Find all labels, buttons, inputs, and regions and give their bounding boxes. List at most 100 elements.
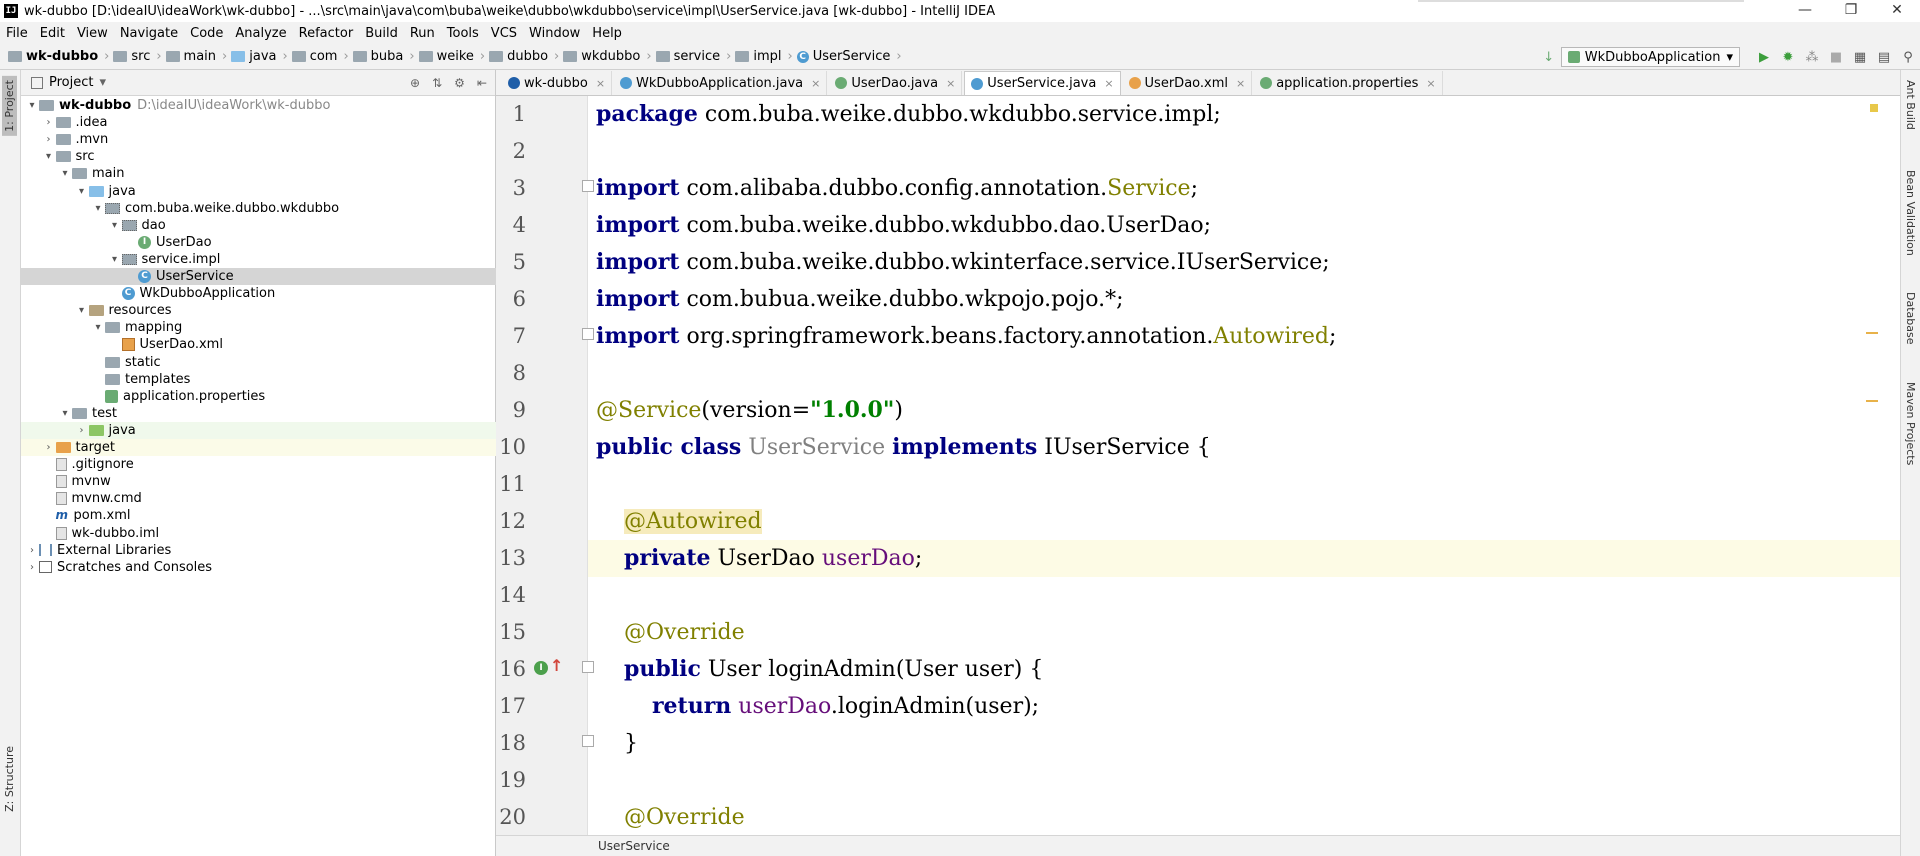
- collapse-arrow-icon[interactable]: ›: [25, 562, 39, 573]
- breadcrumb-item[interactable]: impl ›: [735, 49, 793, 64]
- inspection-status-icon[interactable]: [1870, 104, 1878, 112]
- implements-gutter-icon[interactable]: I: [534, 661, 548, 675]
- coverage-icon[interactable]: ⁂: [1800, 47, 1824, 67]
- fold-marker-icon[interactable]: [582, 180, 594, 192]
- minimize-button[interactable]: —: [1782, 0, 1828, 22]
- tree-item[interactable]: ▾ service.impl: [21, 251, 496, 268]
- editor-tab[interactable]: WkDubboApplication.java ×: [614, 71, 828, 95]
- expand-arrow-icon[interactable]: ▾: [91, 203, 105, 214]
- editor-tab[interactable]: wk-dubbo ×: [502, 71, 613, 95]
- tree-item[interactable]: UserDao.xml: [21, 336, 496, 353]
- breadcrumb-item[interactable]: java ›: [231, 49, 288, 64]
- maximize-button[interactable]: ❐: [1828, 0, 1874, 22]
- debug-icon[interactable]: ✹: [1776, 47, 1800, 67]
- expand-arrow-icon[interactable]: ▾: [58, 408, 72, 419]
- breadcrumb-item[interactable]: wk-dubbo ›: [8, 49, 109, 64]
- expand-arrow-icon[interactable]: ▾: [108, 254, 122, 265]
- tool-tab-ant-build[interactable]: Ant Build: [1904, 80, 1917, 130]
- close-tab-icon[interactable]: ×: [1426, 77, 1435, 90]
- tool-tab-bean-validation[interactable]: Bean Validation: [1904, 170, 1917, 256]
- close-button[interactable]: ✕: [1874, 0, 1920, 22]
- tree-item[interactable]: › .mvn: [21, 131, 496, 148]
- menu-analyze[interactable]: Analyze: [235, 26, 286, 41]
- collapse-arrow-icon[interactable]: ›: [42, 134, 56, 145]
- menu-build[interactable]: Build: [365, 26, 398, 41]
- tool-tab-project[interactable]: 1: Project: [2, 76, 17, 136]
- tree-item[interactable]: › External Libraries: [21, 542, 496, 559]
- breadcrumb-item[interactable]: wkdubbo ›: [563, 49, 652, 64]
- tree-item[interactable]: mvnw: [21, 473, 496, 490]
- tree-item[interactable]: .gitignore: [21, 456, 496, 473]
- sort-down-icon[interactable]: ↓: [1537, 47, 1561, 67]
- menu-refactor[interactable]: Refactor: [299, 26, 354, 41]
- gear-icon[interactable]: ⚙: [454, 76, 465, 90]
- override-arrow-icon[interactable]: ↑: [550, 657, 563, 675]
- close-tab-icon[interactable]: ×: [1236, 77, 1245, 90]
- breadcrumb-item[interactable]: src ›: [113, 49, 162, 64]
- menu-help[interactable]: Help: [592, 26, 622, 41]
- tree-item[interactable]: › Scratches and Consoles: [21, 559, 496, 576]
- fold-marker-icon[interactable]: [582, 328, 594, 340]
- menu-window[interactable]: Window: [529, 26, 580, 41]
- menu-navigate[interactable]: Navigate: [120, 26, 178, 41]
- code-area[interactable]: package com.buba.weike.dubbo.wkdubbo.ser…: [588, 96, 1900, 835]
- expand-arrow-icon[interactable]: ▾: [75, 305, 89, 316]
- editor-tab[interactable]: application.properties ×: [1254, 71, 1443, 95]
- tree-item[interactable]: m pom.xml: [21, 507, 496, 524]
- tree-item[interactable]: templates: [21, 371, 496, 388]
- menu-edit[interactable]: Edit: [40, 26, 65, 41]
- breadcrumb-item[interactable]: weike ›: [418, 49, 485, 64]
- editor-tab[interactable]: UserService.java ×: [964, 71, 1121, 95]
- editor-tab[interactable]: UserDao.xml ×: [1123, 71, 1253, 95]
- menu-view[interactable]: View: [77, 26, 108, 41]
- collapse-arrow-icon[interactable]: ›: [25, 545, 39, 556]
- tree-item[interactable]: C UserService: [21, 268, 496, 285]
- editor-breadcrumb[interactable]: UserService: [598, 839, 670, 853]
- run-configuration-select[interactable]: WkDubboApplication ▾: [1560, 47, 1740, 67]
- tree-item[interactable]: › java: [21, 421, 496, 439]
- stop-icon[interactable]: ■: [1824, 47, 1848, 67]
- breadcrumb-item[interactable]: buba ›: [352, 49, 415, 64]
- tool-tab-structure[interactable]: Z: Structure: [2, 742, 17, 816]
- search-icon[interactable]: ⚲: [1896, 47, 1920, 67]
- editor-tab[interactable]: UserDao.java ×: [829, 71, 963, 95]
- tool-tab-database[interactable]: Database: [1904, 292, 1917, 345]
- expand-arrow-icon[interactable]: ▾: [75, 186, 89, 197]
- hide-panel-icon[interactable]: ⇤: [477, 76, 487, 90]
- tree-item[interactable]: ▾ main: [21, 165, 496, 182]
- collapse-arrow-icon[interactable]: ›: [42, 442, 56, 453]
- tree-item[interactable]: wk-dubbo.iml: [21, 525, 496, 542]
- chevron-down-icon[interactable]: ▾: [99, 75, 106, 90]
- breadcrumb-item[interactable]: com ›: [291, 49, 349, 64]
- tree-item[interactable]: static: [21, 354, 496, 371]
- menu-file[interactable]: File: [6, 26, 28, 41]
- tree-item[interactable]: ▾ mapping: [21, 319, 496, 336]
- tree-item[interactable]: ▾ dao: [21, 217, 496, 234]
- breadcrumb-item[interactable]: C UserService ›: [796, 49, 902, 64]
- fold-marker-icon[interactable]: [582, 661, 594, 673]
- scroll-marker[interactable]: [1866, 332, 1878, 334]
- menu-tools[interactable]: Tools: [447, 26, 479, 41]
- tree-item[interactable]: ▾ test: [21, 405, 496, 422]
- breadcrumb-item[interactable]: dubbo ›: [489, 49, 559, 64]
- close-tab-icon[interactable]: ×: [811, 77, 820, 90]
- menu-run[interactable]: Run: [410, 26, 435, 41]
- layout-icon[interactable]: ▤: [1872, 47, 1896, 67]
- tree-item[interactable]: › .idea: [21, 114, 496, 131]
- tree-item[interactable]: I UserDao: [21, 234, 496, 251]
- code-editor[interactable]: 1 2 3 4 5 6 7 8 9 10 11 12 13 14 15 16 17 18 19 20 package …: [496, 96, 1900, 835]
- tree-item[interactable]: ▾ src: [21, 148, 496, 165]
- menu-code[interactable]: Code: [190, 26, 223, 41]
- close-tab-icon[interactable]: ×: [596, 77, 605, 90]
- breadcrumb-item[interactable]: main ›: [165, 49, 227, 64]
- tool-tab-maven-projects[interactable]: Maven Projects: [1904, 382, 1917, 465]
- tree-item[interactable]: › target: [21, 439, 496, 456]
- tree-item[interactable]: ▾ com.buba.weike.dubbo.wkdubbo: [21, 200, 496, 217]
- expand-arrow-icon[interactable]: ▾: [25, 100, 39, 111]
- close-tab-icon[interactable]: ×: [946, 77, 955, 90]
- project-structure-icon[interactable]: ▦: [1848, 47, 1872, 67]
- expand-arrow-icon[interactable]: ▾: [58, 168, 72, 179]
- fold-marker-icon[interactable]: [582, 735, 594, 747]
- close-tab-icon[interactable]: ×: [1104, 77, 1113, 90]
- tree-item[interactable]: C WkDubboApplication: [21, 285, 496, 302]
